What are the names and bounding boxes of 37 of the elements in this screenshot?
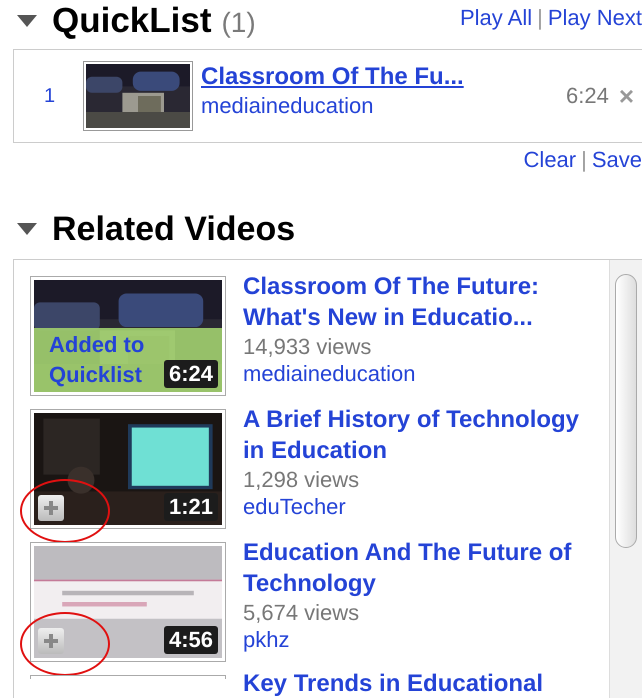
channel-link[interactable]: pkhz [243,626,598,653]
collapse-triangle-icon[interactable] [16,222,38,236]
plus-icon [44,501,58,515]
channel-link[interactable]: mediaineducation [201,93,464,119]
video-thumbnail[interactable]: 4:56 [30,542,226,662]
add-button[interactable] [38,628,64,654]
duration-badge: 4:56 [164,626,218,654]
section-title: QuickList [52,1,212,41]
scrollbar-thumb[interactable] [615,274,637,548]
separator: | [537,5,543,31]
view-count: 5,674 views [243,599,360,626]
video-title-link[interactable]: Education And The Future of Technology [243,537,598,599]
video-title-link[interactable]: Classroom Of The Fu... [201,63,464,91]
duration-badge: 6:24 [164,360,218,388]
play-all-link[interactable]: Play All [460,5,532,31]
separator: | [581,147,587,173]
collapse-triangle-icon[interactable] [16,14,38,28]
save-link[interactable]: Save [592,147,642,173]
item-count: (1) [221,7,256,39]
clear-link[interactable]: Clear [524,147,576,173]
duration: 6:24 [566,83,609,109]
section-title: Related Videos [52,210,296,248]
video-title-link[interactable]: Key Trends in Educational [243,670,598,698]
view-count: 1,298 views [243,466,360,493]
plus-icon [44,634,58,648]
play-next-link[interactable]: Play Next [548,5,642,31]
video-thumbnail[interactable]: Added to Quicklist 6:24 [30,276,226,396]
channel-link[interactable]: mediaineducation [243,360,598,387]
add-button[interactable] [38,495,64,521]
duration-badge: 1:21 [164,493,218,521]
video-title-link[interactable]: A Brief History of Technology in Education [243,404,598,466]
view-count: 14,933 views [243,333,372,360]
channel-link[interactable]: eduTecher [243,493,598,520]
item-number: 1 [42,84,56,108]
video-title-link[interactable]: Classroom Of The Future: What's New in Educatio... [243,271,598,333]
scrollbar[interactable] [609,260,642,698]
video-thumbnail[interactable]: 1:21 [30,409,226,529]
